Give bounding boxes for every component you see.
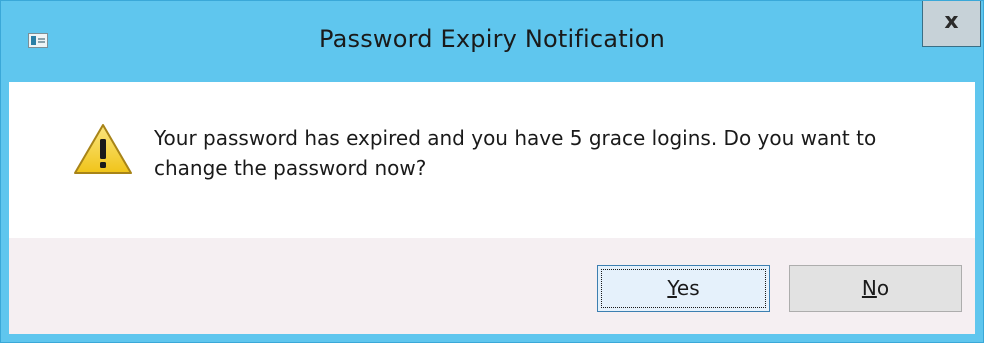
yes-mnemonic: Y [667,276,677,300]
yes-label-rest: es [676,276,700,300]
warning-icon [74,124,132,174]
dialog-message: Your password has expired and you have 5… [154,126,877,180]
no-button-label: No [862,276,889,300]
button-bar: Yes No [9,238,975,334]
no-button[interactable]: No [789,265,962,312]
yes-button[interactable]: Yes [597,265,770,312]
close-button[interactable]: x [922,1,981,47]
yes-button-label: Yes [667,276,699,300]
dialog-window: Password Expiry Notification x Your pass… [0,0,984,343]
no-label-rest: o [876,276,890,300]
dialog-content: Your password has expired and you have 5… [9,82,975,238]
dialog-title: Password Expiry Notification [318,25,665,53]
close-icon: x [944,9,959,34]
title-bar[interactable]: Password Expiry Notification x [1,1,983,82]
no-mnemonic: N [861,276,877,300]
